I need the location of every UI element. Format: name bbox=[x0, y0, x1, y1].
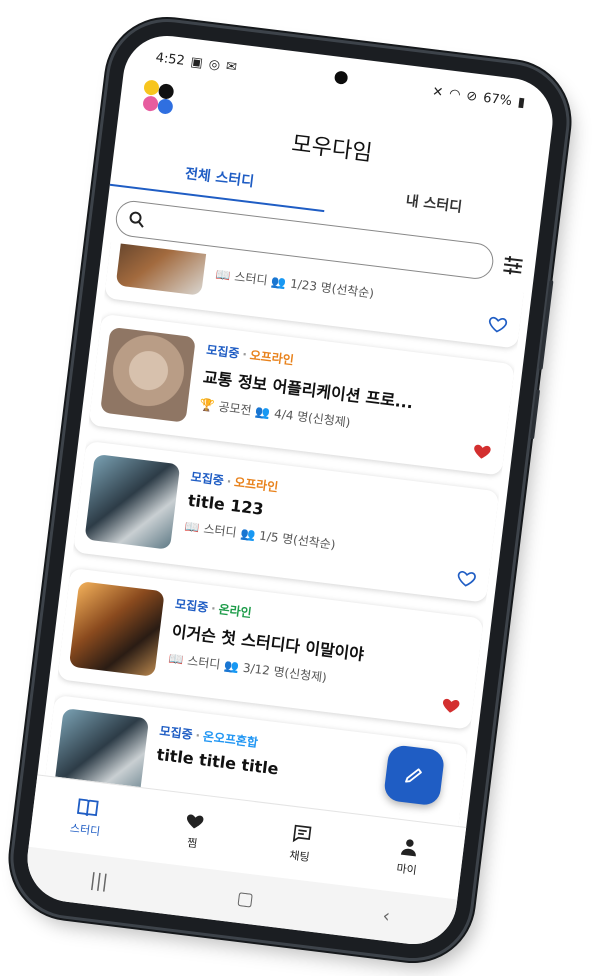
study-participants: 4/4 명(신청제) bbox=[273, 406, 352, 430]
study-thumbnail bbox=[84, 453, 181, 550]
nav-study[interactable]: 스터디 bbox=[29, 775, 145, 860]
chat-icon bbox=[292, 824, 312, 843]
nav-chat[interactable]: 채팅 bbox=[243, 802, 359, 887]
phone-frame: 4:52 ▣ ◎ ✉ ✕ ◠ ⊘ 67% ▮ 모우다임 전체 스터디 내 스터디… bbox=[6, 15, 574, 965]
wifi-icon: ◠ bbox=[448, 86, 462, 103]
heart-filled-icon[interactable] bbox=[471, 440, 493, 462]
heart-icon bbox=[187, 814, 204, 829]
study-participants: 3/12 명(신청제) bbox=[242, 660, 328, 685]
sync-notification-icon: ◎ bbox=[207, 56, 221, 73]
power-button bbox=[530, 389, 541, 440]
nav-chat-label: 채팅 bbox=[288, 848, 311, 865]
people-icon: 👥 bbox=[239, 525, 257, 542]
study-thumbnail bbox=[115, 242, 212, 296]
study-category: 공모전 bbox=[217, 399, 253, 418]
book-icon: 📖 bbox=[214, 266, 232, 283]
study-category: 스터디 bbox=[233, 269, 269, 288]
book-icon bbox=[76, 798, 99, 817]
battery-icon: ▮ bbox=[516, 94, 526, 111]
write-post-button[interactable] bbox=[382, 744, 446, 807]
filter-icon[interactable] bbox=[500, 252, 527, 279]
recruit-status: 모집중 bbox=[190, 469, 225, 488]
app-screen: 4:52 ▣ ◎ ✉ ✕ ◠ ⊘ 67% ▮ 모우다임 전체 스터디 내 스터디… bbox=[22, 30, 558, 950]
heart-outline-icon[interactable] bbox=[455, 567, 477, 589]
study-mode: 온오프혼합 bbox=[202, 729, 259, 750]
heart-outline-icon[interactable] bbox=[487, 313, 509, 335]
mute-icon: ✕ bbox=[431, 83, 445, 101]
nav-favorites-label: 찜 bbox=[186, 836, 199, 851]
recruit-status: 모집중 bbox=[205, 342, 241, 361]
people-icon: 👥 bbox=[270, 273, 288, 290]
study-mode: 온라인 bbox=[217, 602, 253, 621]
study-category: 스터디 bbox=[202, 521, 238, 540]
pencil-icon bbox=[405, 768, 422, 783]
person-icon bbox=[400, 839, 416, 857]
recent-apps-icon[interactable]: ||| bbox=[89, 869, 110, 892]
study-mode: 오프라인 bbox=[248, 348, 295, 368]
nav-my[interactable]: 마이 bbox=[350, 815, 466, 900]
home-icon[interactable]: ▢ bbox=[236, 887, 255, 910]
study-thumbnail bbox=[100, 326, 196, 423]
mail-notification-icon: ✉ bbox=[225, 58, 238, 75]
study-thumbnail bbox=[68, 581, 165, 677]
people-icon: 👥 bbox=[223, 657, 240, 674]
recruit-status: 모집중 bbox=[174, 596, 209, 615]
nav-study-label: 스터디 bbox=[69, 821, 101, 839]
study-participants: 1/23 명(선착순) bbox=[289, 276, 375, 301]
people-icon: 👥 bbox=[254, 403, 272, 420]
study-participants: 1/5 명(선착순) bbox=[258, 528, 337, 552]
book-icon: 📖 bbox=[183, 519, 201, 535]
study-list: 📖 스터디 👥 1/23 명(선착순) 모집중·오프라인 교통 정보 어플리케이… bbox=[45, 242, 524, 829]
nav-my-label: 마이 bbox=[395, 861, 418, 878]
book-icon: 📖 bbox=[167, 651, 185, 667]
back-icon[interactable]: ‹ bbox=[381, 905, 391, 927]
heart-filled-icon[interactable] bbox=[440, 694, 462, 716]
status-time: 4:52 bbox=[154, 49, 186, 69]
trophy-icon: 🏆 bbox=[198, 396, 216, 413]
volume-button bbox=[538, 280, 554, 370]
gallery-notification-icon: ▣ bbox=[189, 54, 204, 71]
recruit-status: 모집중 bbox=[158, 723, 194, 742]
study-mode: 오프라인 bbox=[233, 475, 279, 495]
battery-level: 67% bbox=[482, 90, 513, 109]
nav-favorites[interactable]: 찜 bbox=[136, 788, 252, 873]
dnd-icon: ⊘ bbox=[465, 88, 479, 105]
study-category: 스터디 bbox=[186, 653, 222, 672]
